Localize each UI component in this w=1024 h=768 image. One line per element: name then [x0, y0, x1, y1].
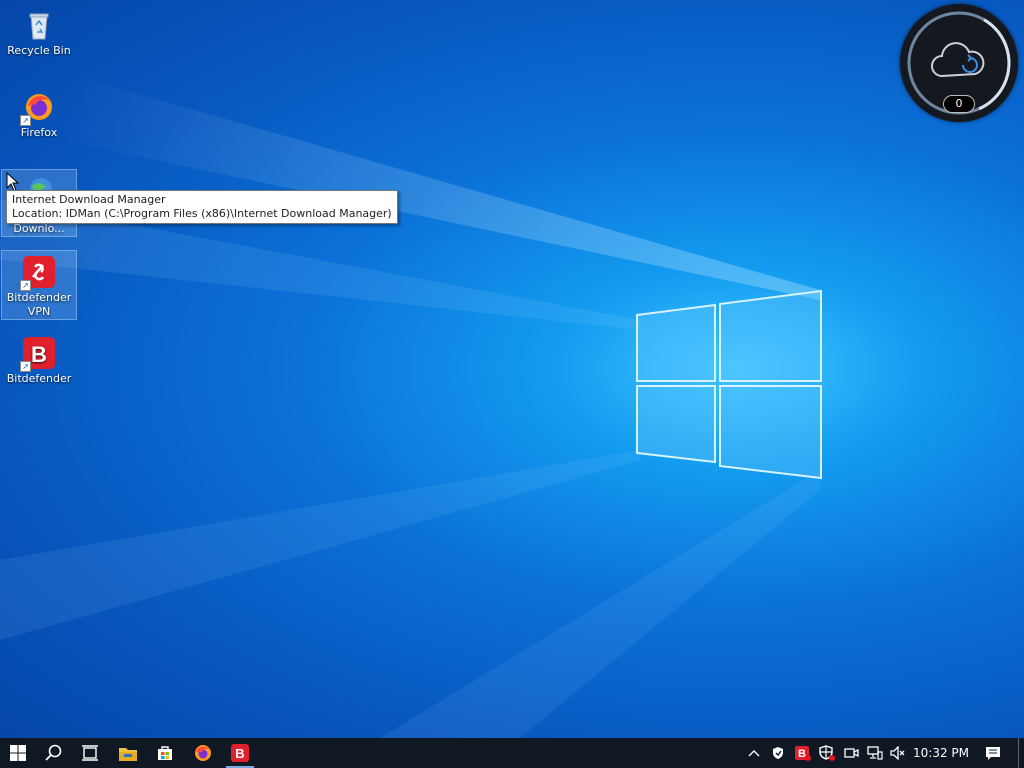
- shortcut-arrow-icon: ↗: [20, 361, 31, 372]
- file-explorer-button[interactable]: [110, 738, 146, 768]
- desktop-icon-label: Bitdefender: [6, 372, 72, 385]
- windows-logo: [636, 289, 822, 480]
- desktop-icon-label: Bitdefender VPN: [6, 291, 72, 318]
- tray-volume[interactable]: [888, 738, 908, 768]
- svg-text:B: B: [235, 746, 244, 761]
- desktop-icon-bitdefender[interactable]: B ↗ Bitdefender: [2, 332, 76, 386]
- desktop-icon-label: Recycle Bin: [7, 44, 71, 57]
- svg-text:B: B: [31, 342, 47, 367]
- svg-text:B: B: [798, 748, 806, 760]
- tooltip-location: Location: IDMan (C:\Program Files (x86)\…: [12, 207, 392, 220]
- show-desktop-divider: [1018, 738, 1019, 768]
- tray-bitdefender[interactable]: B: [792, 738, 814, 768]
- chevron-up-icon: [748, 750, 760, 757]
- volume-muted-icon: [890, 746, 905, 760]
- recycle-bin-icon: [22, 8, 56, 42]
- store-icon: [158, 746, 172, 760]
- sync-counter: 0: [943, 95, 975, 113]
- cloud-sync-icon: [931, 42, 985, 78]
- taskbar: B B 10:32 PM: [0, 738, 1024, 768]
- bitdefender-taskbar-button[interactable]: B: [222, 738, 258, 768]
- action-center-button[interactable]: [978, 738, 1008, 768]
- task-view-icon: [82, 745, 98, 761]
- tray-vpn[interactable]: [768, 738, 788, 768]
- desktop-icon-recycle-bin[interactable]: Recycle Bin: [2, 4, 76, 58]
- wallpaper: [0, 80, 822, 738]
- action-center-icon: [986, 746, 1000, 760]
- firefox-taskbar-button[interactable]: [185, 738, 221, 768]
- tooltip: Internet Download Manager Location: IDMa…: [6, 190, 398, 224]
- firefox-icon: [195, 745, 211, 761]
- bitdefender-icon: B: [231, 744, 249, 762]
- file-explorer-icon: [119, 747, 137, 761]
- bitdefender-icon: B ↗: [20, 336, 56, 372]
- tray-meet-now[interactable]: [840, 738, 862, 768]
- desktop-icon-bitdefender-vpn[interactable]: ↗ Bitdefender VPN: [1, 250, 77, 320]
- bitdefender-tray-icon: B: [795, 746, 811, 761]
- firefox-icon: ↗: [20, 90, 56, 126]
- shortcut-arrow-icon: ↗: [20, 280, 31, 291]
- desktop-icon-label: Downlo...: [13, 222, 65, 235]
- meet-now-icon: [844, 748, 859, 758]
- search-icon: [45, 744, 62, 761]
- tooltip-title: Internet Download Manager: [12, 193, 166, 206]
- start-icon: [10, 745, 26, 761]
- search-button[interactable]: [36, 738, 72, 768]
- tray-network[interactable]: [864, 738, 886, 768]
- tray-defender[interactable]: [816, 738, 838, 768]
- task-view-button[interactable]: [72, 738, 108, 768]
- start-button[interactable]: [0, 738, 36, 768]
- desktop-icon-firefox[interactable]: ↗ Firefox: [2, 86, 76, 140]
- mouse-cursor: [6, 172, 20, 192]
- cloud-sync-widget[interactable]: 0: [900, 4, 1018, 122]
- tray-overflow-button[interactable]: [744, 738, 764, 768]
- defender-icon: [819, 745, 835, 761]
- network-icon: [867, 746, 883, 760]
- vpn-shield-icon: [773, 747, 783, 759]
- store-button[interactable]: [147, 738, 183, 768]
- bitdefender-vpn-icon: ↗: [20, 255, 56, 291]
- desktop-icon-label: Firefox: [20, 126, 58, 139]
- shortcut-arrow-icon: ↗: [20, 115, 31, 126]
- taskbar-clock[interactable]: 10:32 PM: [908, 738, 974, 768]
